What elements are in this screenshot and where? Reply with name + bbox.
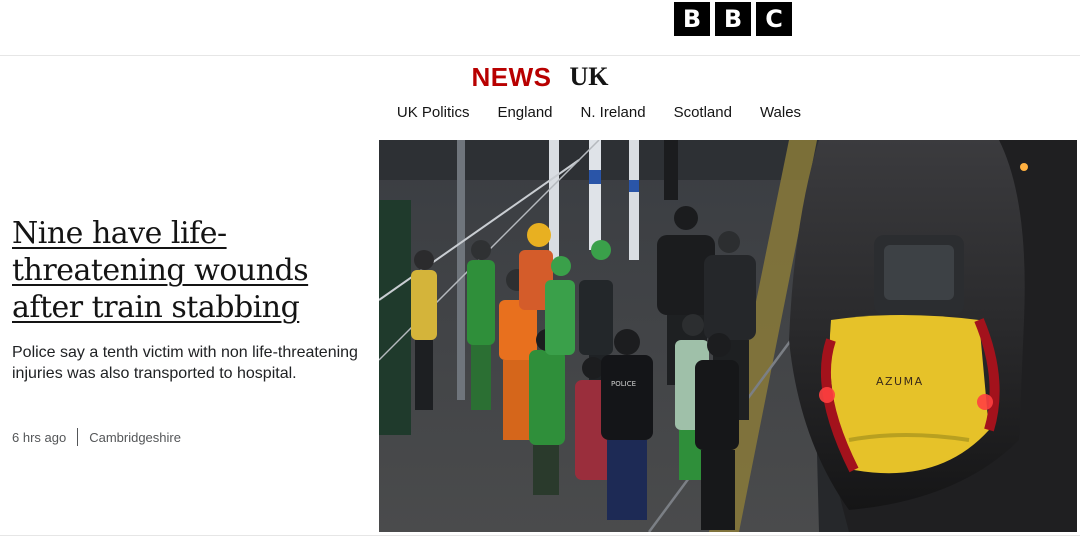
story-meta: 6 hrs ago Cambridgeshire [12, 428, 181, 446]
azuma-train: AZUMA [789, 140, 1077, 532]
nav-item-scotland[interactable]: Scotland [674, 104, 732, 121]
nav-item-uk-politics[interactable]: UK Politics [397, 104, 470, 121]
bbc-logo-letter-b1: B [674, 2, 710, 36]
story-topic-tag[interactable]: Cambridgeshire [89, 430, 181, 445]
bbc-logo-letter-b2: B [715, 2, 751, 36]
azuma-logo-text: AZUMA [876, 375, 924, 388]
brand-bar: B B C [0, 0, 1080, 56]
story-headline[interactable]: Nine have life-threatening wounds after … [12, 215, 362, 326]
nav-item-wales[interactable]: Wales [760, 104, 801, 121]
news-logo[interactable]: NEWS [472, 62, 552, 93]
meta-divider [77, 428, 79, 446]
lead-story: Nine have life-threatening wounds after … [12, 140, 362, 530]
police-vest-label: POLICE [611, 380, 636, 388]
bbc-logo-letter-c: C [756, 2, 792, 36]
section-title[interactable]: UK [570, 62, 609, 92]
story-timestamp: 6 hrs ago [12, 429, 67, 445]
section-nav: UK Politics England N. Ireland Scotland … [0, 104, 1080, 121]
story-summary: Police say a tenth victim with non life-… [12, 344, 358, 382]
train-station-scene: POLICE AZUMA [379, 140, 1077, 532]
section-divider [0, 535, 1080, 536]
nav-item-n-ireland[interactable]: N. Ireland [581, 104, 646, 121]
nav-item-england[interactable]: England [497, 104, 552, 121]
story-image[interactable]: POLICE AZUMA [379, 140, 1077, 532]
bbc-logo[interactable]: B B C [674, 2, 792, 36]
news-masthead: NEWS UK [0, 57, 1080, 97]
